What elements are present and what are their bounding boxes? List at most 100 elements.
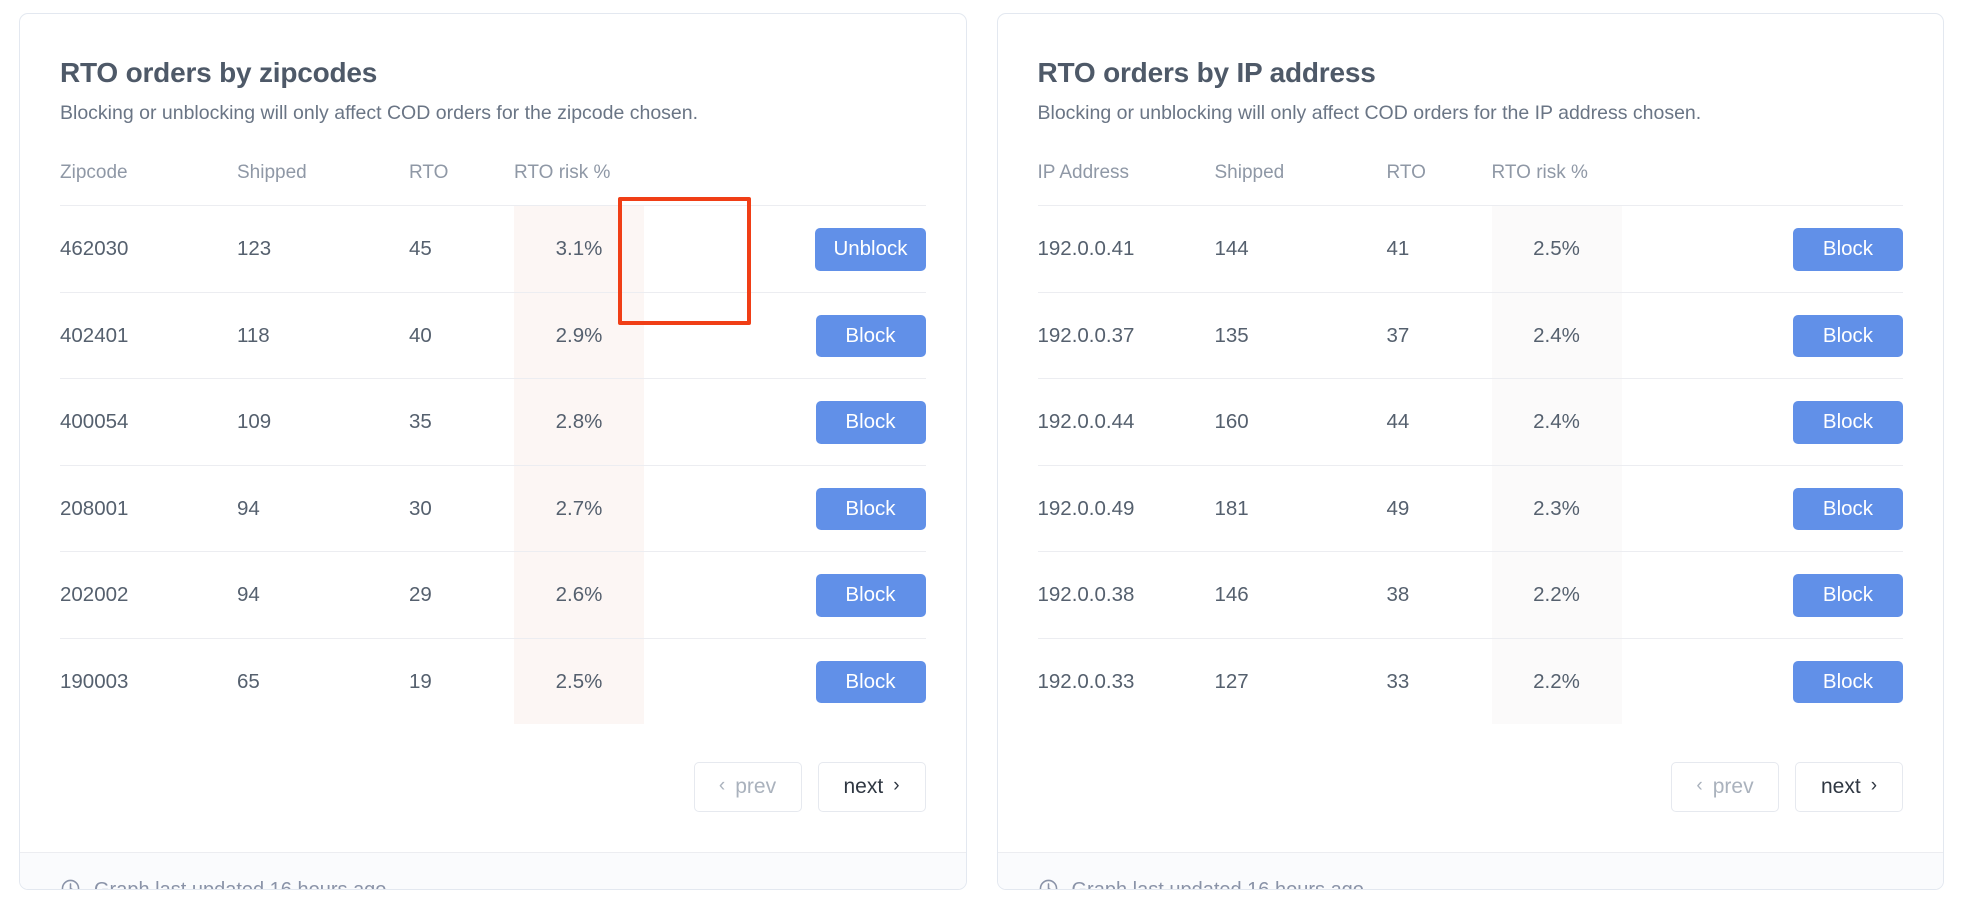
cell-rto-risk: 2.8% <box>514 378 644 466</box>
cell-rto: 41 <box>1386 204 1492 292</box>
cell-rto-risk: 2.4% <box>1491 378 1622 466</box>
cell-shipped: 109 <box>237 378 409 466</box>
cell-zipcode: 402401 <box>60 291 237 379</box>
page-title: RTO orders by IP address <box>1037 57 1376 88</box>
chevron-left-icon: ‹ <box>1696 775 1703 797</box>
cell-action: Block <box>1621 378 1903 466</box>
cell-rto: 44 <box>1386 378 1492 466</box>
cell-zipcode: 400054 <box>60 378 237 466</box>
cell-zipcode: 208001 <box>60 464 237 552</box>
card-subtitle: Blocking or unblocking will only affect … <box>60 101 699 124</box>
block-button[interactable]: Block <box>1793 401 1903 444</box>
table-row: 400054 109 35 2.8% Block <box>60 378 926 466</box>
column-header-shipped: Shipped <box>237 161 307 183</box>
unblock-button[interactable]: Unblock <box>815 227 926 271</box>
cell-rto-risk: 2.7% <box>514 464 644 552</box>
cell-rto: 35 <box>409 378 514 466</box>
block-button[interactable]: Block <box>815 574 926 617</box>
table-row: 402401 118 40 2.9% Block <box>60 291 926 379</box>
column-header-ip-address: IP Address <box>1037 161 1130 183</box>
cell-action: Block <box>644 551 926 639</box>
cell-rto-risk: 2.3% <box>1491 464 1622 552</box>
cell-shipped: 181 <box>1214 464 1387 552</box>
cell-action: Unblock <box>644 204 926 292</box>
next-page-button[interactable]: next › <box>817 762 926 813</box>
pagination-controls: ‹ prev next › <box>60 762 926 813</box>
chevron-right-icon: › <box>1870 775 1878 797</box>
next-page-button[interactable]: next › <box>1795 762 1903 813</box>
cell-action: Block <box>1621 464 1903 552</box>
cell-rto-risk: 2.4% <box>1491 291 1622 379</box>
cell-action: Block <box>1621 204 1903 292</box>
cell-rto-risk: 2.5% <box>1491 204 1622 292</box>
column-header-rto: RTO <box>409 161 449 183</box>
cell-shipped: 118 <box>237 291 409 379</box>
cell-action: Block <box>644 637 926 725</box>
prev-label: prev <box>1712 775 1754 799</box>
table-row: 208001 94 30 2.7% Block <box>60 464 926 552</box>
cell-ip-address: 192.0.0.37 <box>1037 291 1215 379</box>
cell-action: Block <box>1621 637 1903 725</box>
card-body: RTO orders by zipcodes Blocking or unblo… <box>20 14 966 852</box>
table-row: 192.0.0.38 146 38 2.2% Block <box>1037 551 1903 639</box>
block-button[interactable]: Block <box>1793 314 1903 358</box>
cell-ip-address: 192.0.0.38 <box>1037 551 1215 639</box>
cell-shipped: 65 <box>237 637 409 725</box>
cell-rto: 40 <box>409 291 514 379</box>
block-button[interactable]: Block <box>815 401 926 444</box>
prev-page-button[interactable]: ‹ prev <box>1671 762 1779 813</box>
last-updated-text: Graph last updated 16 hours ago <box>1072 879 1364 889</box>
ip-address-table: IP Address Shipped RTO RTO risk % 192.0.… <box>1037 162 1904 725</box>
table-row: 192.0.0.33 127 33 2.2% Block <box>1037 637 1903 725</box>
prev-page-button[interactable]: ‹ prev <box>693 762 802 813</box>
block-button[interactable]: Block <box>1793 660 1903 704</box>
next-label: next <box>1820 775 1861 799</box>
zipcode-table: Zipcode Shipped RTO RTO risk % 462030 12… <box>60 161 926 725</box>
cell-rto-risk: 2.6% <box>514 551 644 639</box>
cell-ip-address: 192.0.0.33 <box>1037 637 1215 725</box>
table-row: 462030 123 45 3.1% Unblock <box>60 204 926 292</box>
cell-rto-risk: 2.9% <box>514 291 644 379</box>
cell-rto: 29 <box>409 551 514 639</box>
block-button[interactable]: Block <box>815 660 926 704</box>
cell-shipped: 135 <box>1214 291 1387 379</box>
table-row: 192.0.0.49 181 49 2.3% Block <box>1037 464 1903 552</box>
cell-rto-risk: 2.5% <box>514 637 644 725</box>
cell-shipped: 94 <box>237 464 409 552</box>
block-button[interactable]: Block <box>1793 574 1903 617</box>
column-header-rto: RTO <box>1386 161 1426 183</box>
cell-ip-address: 192.0.0.49 <box>1037 464 1215 552</box>
card-rto-by-ip-address: RTO orders by IP address Blocking or unb… <box>996 13 1944 890</box>
cell-action: Block <box>1621 551 1903 639</box>
column-header-rto-risk: RTO risk % <box>514 161 611 183</box>
cell-rto: 49 <box>1386 464 1492 552</box>
block-button[interactable]: Block <box>815 487 926 531</box>
cell-rto: 45 <box>409 204 514 292</box>
cell-rto: 19 <box>409 637 514 725</box>
column-header-action <box>1622 162 1904 206</box>
cell-zipcode: 190003 <box>60 637 237 725</box>
block-button[interactable]: Block <box>1793 487 1903 531</box>
cell-rto-risk: 3.1% <box>514 204 644 292</box>
card-body: RTO orders by IP address Blocking or unb… <box>998 14 1944 852</box>
cell-shipped: 127 <box>1214 637 1387 725</box>
cell-rto: 33 <box>1386 637 1492 725</box>
chevron-left-icon: ‹ <box>718 775 726 797</box>
column-header-action <box>644 162 926 206</box>
cell-rto: 37 <box>1386 291 1492 379</box>
cell-action: Block <box>644 464 926 552</box>
prev-label: prev <box>735 775 777 799</box>
block-button[interactable]: Block <box>815 314 926 358</box>
card-footer: Graph last updated 16 hours ago <box>20 852 966 889</box>
table-row: 192.0.0.41 144 41 2.5% Block <box>1037 204 1903 292</box>
chevron-right-icon: › <box>893 775 900 797</box>
dashboard-root: RTO orders by zipcodes Blocking or unblo… <box>0 0 1962 906</box>
block-button[interactable]: Block <box>1793 227 1903 271</box>
cell-ip-address: 192.0.0.41 <box>1037 204 1215 292</box>
column-header-shipped: Shipped <box>1214 161 1285 183</box>
table-row: 192.0.0.37 135 37 2.4% Block <box>1037 291 1903 379</box>
table-row: 190003 65 19 2.5% Block <box>60 637 926 725</box>
table-header: IP Address Shipped RTO RTO risk % <box>1038 162 1904 206</box>
table-body: 192.0.0.41 144 41 2.5% Block 192.0.0.37 … <box>1037 204 1903 725</box>
cell-shipped: 144 <box>1214 204 1387 292</box>
